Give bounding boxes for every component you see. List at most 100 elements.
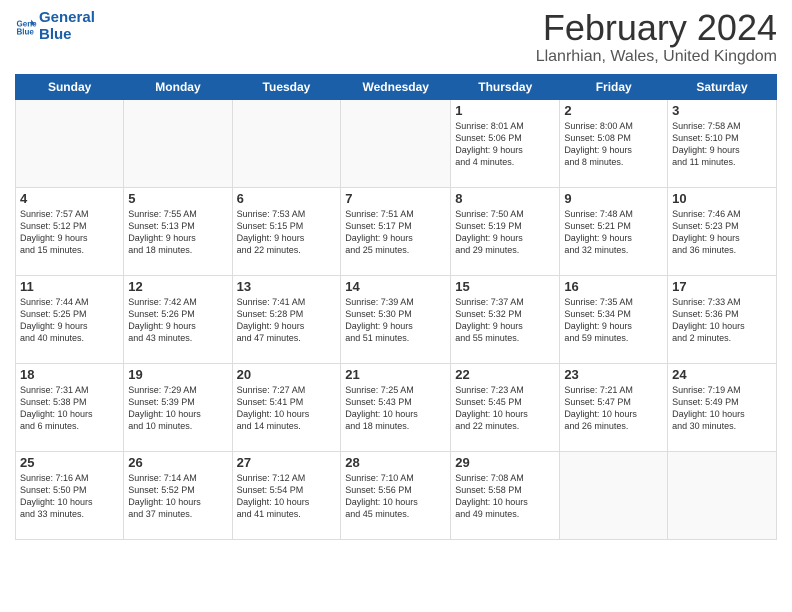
day-info: Sunrise: 7:08 AM Sunset: 5:58 PM Dayligh…: [455, 472, 555, 521]
day-number: 5: [128, 191, 227, 206]
day-info: Sunrise: 7:51 AM Sunset: 5:17 PM Dayligh…: [345, 208, 446, 257]
day-number: 7: [345, 191, 446, 206]
calendar-cell: 22Sunrise: 7:23 AM Sunset: 5:45 PM Dayli…: [451, 364, 560, 452]
day-info: Sunrise: 7:39 AM Sunset: 5:30 PM Dayligh…: [345, 296, 446, 345]
location: Llanrhian, Wales, United Kingdom: [536, 48, 777, 66]
calendar-cell: 27Sunrise: 7:12 AM Sunset: 5:54 PM Dayli…: [232, 452, 341, 540]
day-number: 20: [237, 367, 337, 382]
day-info: Sunrise: 7:35 AM Sunset: 5:34 PM Dayligh…: [564, 296, 663, 345]
calendar-cell: 10Sunrise: 7:46 AM Sunset: 5:23 PM Dayli…: [668, 188, 777, 276]
svg-text:Blue: Blue: [16, 27, 34, 36]
calendar-cell: [124, 100, 232, 188]
day-number: 29: [455, 455, 555, 470]
day-info: Sunrise: 7:19 AM Sunset: 5:49 PM Dayligh…: [672, 384, 772, 433]
day-number: 28: [345, 455, 446, 470]
weekday-header-tuesday: Tuesday: [232, 75, 341, 100]
week-row-2: 11 Sunrise: 7:44 AM Sunset: 5:25 PM Dayli…: [16, 276, 777, 364]
day-number: 12: [128, 279, 227, 294]
calendar-cell: [560, 452, 668, 540]
calendar-cell: 23 Sunrise: 7:21 AM Sunset: 5:47 PM Dayli…: [560, 364, 668, 452]
calendar-cell: 6 Sunrise: 7:53 AM Sunset: 5:15 PM Daylig…: [232, 188, 341, 276]
day-info: Sunrise: 7:48 AM Sunset: 5:21 PM Dayligh…: [564, 208, 663, 257]
day-info: Sunrise: 7:53 AM Sunset: 5:15 PM Dayligh…: [237, 208, 337, 257]
page: General Blue General Blue February 2024 …: [0, 0, 792, 612]
day-number: 9: [564, 191, 663, 206]
logo-blue: Blue: [39, 27, 95, 44]
calendar-cell: 2 Sunrise: 8:00 AM Sunset: 5:08 PM Daylig…: [560, 100, 668, 188]
calendar-cell: 11 Sunrise: 7:44 AM Sunset: 5:25 PM Dayli…: [16, 276, 124, 364]
day-info: Sunrise: 7:50 AM Sunset: 5:19 PM Dayligh…: [455, 208, 555, 257]
calendar-cell: 18 Sunrise: 7:31 AM Sunset: 5:38 PM Dayli…: [16, 364, 124, 452]
logo-general: General: [39, 10, 95, 27]
week-row-0: 1 Sunrise: 8:01 AM Sunset: 5:06 PM Daylig…: [16, 100, 777, 188]
day-info: Sunrise: 8:00 AM Sunset: 5:08 PM Dayligh…: [564, 120, 663, 169]
day-number: 21: [345, 367, 446, 382]
calendar-cell: 26Sunrise: 7:14 AM Sunset: 5:52 PM Dayli…: [124, 452, 232, 540]
day-info: Sunrise: 7:44 AM Sunset: 5:25 PM Dayligh…: [20, 296, 119, 345]
weekday-header-sunday: Sunday: [16, 75, 124, 100]
day-number: 8: [455, 191, 555, 206]
day-info: Sunrise: 8:01 AM Sunset: 5:06 PM Dayligh…: [455, 120, 555, 169]
day-number: 10: [672, 191, 772, 206]
weekday-header-wednesday: Wednesday: [341, 75, 451, 100]
day-info: Sunrise: 7:37 AM Sunset: 5:32 PM Dayligh…: [455, 296, 555, 345]
day-number: 11: [20, 279, 119, 294]
day-number: 22: [455, 367, 555, 382]
day-info: Sunrise: 7:10 AM Sunset: 5:56 PM Dayligh…: [345, 472, 446, 521]
week-row-4: 25 Sunrise: 7:16 AM Sunset: 5:50 PM Dayli…: [16, 452, 777, 540]
calendar-cell: 8 Sunrise: 7:50 AM Sunset: 5:19 PM Daylig…: [451, 188, 560, 276]
day-info: Sunrise: 7:42 AM Sunset: 5:26 PM Dayligh…: [128, 296, 227, 345]
day-number: 2: [564, 103, 663, 118]
day-info: Sunrise: 7:55 AM Sunset: 5:13 PM Dayligh…: [128, 208, 227, 257]
day-number: 18: [20, 367, 119, 382]
weekday-header-row: SundayMondayTuesdayWednesdayThursdayFrid…: [16, 75, 777, 100]
calendar-cell: 21 Sunrise: 7:25 AM Sunset: 5:43 PM Dayli…: [341, 364, 451, 452]
calendar-cell: 9 Sunrise: 7:48 AM Sunset: 5:21 PM Daylig…: [560, 188, 668, 276]
logo: General Blue General Blue: [15, 10, 95, 43]
calendar-cell: 1 Sunrise: 8:01 AM Sunset: 5:06 PM Daylig…: [451, 100, 560, 188]
title-section: February 2024 Llanrhian, Wales, United K…: [536, 10, 777, 66]
calendar-cell: 12 Sunrise: 7:42 AM Sunset: 5:26 PM Dayli…: [124, 276, 232, 364]
day-info: Sunrise: 7:41 AM Sunset: 5:28 PM Dayligh…: [237, 296, 337, 345]
day-info: Sunrise: 7:16 AM Sunset: 5:50 PM Dayligh…: [20, 472, 119, 521]
weekday-header-saturday: Saturday: [668, 75, 777, 100]
calendar-cell: [668, 452, 777, 540]
weekday-header-friday: Friday: [560, 75, 668, 100]
calendar-cell: 19 Sunrise: 7:29 AM Sunset: 5:39 PM Dayli…: [124, 364, 232, 452]
day-number: 3: [672, 103, 772, 118]
calendar-cell: 24 Sunrise: 7:19 AM Sunset: 5:49 PM Dayli…: [668, 364, 777, 452]
calendar-cell: 28 Sunrise: 7:10 AM Sunset: 5:56 PM Dayli…: [341, 452, 451, 540]
day-info: Sunrise: 7:21 AM Sunset: 5:47 PM Dayligh…: [564, 384, 663, 433]
calendar-cell: 5 Sunrise: 7:55 AM Sunset: 5:13 PM Daylig…: [124, 188, 232, 276]
day-number: 16: [564, 279, 663, 294]
day-number: 15: [455, 279, 555, 294]
header: General Blue General Blue February 2024 …: [15, 10, 777, 66]
day-number: 19: [128, 367, 227, 382]
calendar-cell: 25 Sunrise: 7:16 AM Sunset: 5:50 PM Dayli…: [16, 452, 124, 540]
day-number: 13: [237, 279, 337, 294]
calendar-cell: 4Sunrise: 7:57 AM Sunset: 5:12 PM Daylig…: [16, 188, 124, 276]
calendar-cell: [232, 100, 341, 188]
day-info: Sunrise: 7:27 AM Sunset: 5:41 PM Dayligh…: [237, 384, 337, 433]
day-info: Sunrise: 7:33 AM Sunset: 5:36 PM Dayligh…: [672, 296, 772, 345]
calendar-cell: 20 Sunrise: 7:27 AM Sunset: 5:41 PM Dayli…: [232, 364, 341, 452]
calendar-cell: 7 Sunrise: 7:51 AM Sunset: 5:17 PM Daylig…: [341, 188, 451, 276]
calendar-cell: [16, 100, 124, 188]
day-number: 23: [564, 367, 663, 382]
calendar-cell: 29 Sunrise: 7:08 AM Sunset: 5:58 PM Dayli…: [451, 452, 560, 540]
calendar-cell: 3 Sunrise: 7:58 AM Sunset: 5:10 PM Daylig…: [668, 100, 777, 188]
weekday-header-monday: Monday: [124, 75, 232, 100]
day-number: 6: [237, 191, 337, 206]
day-info: Sunrise: 7:58 AM Sunset: 5:10 PM Dayligh…: [672, 120, 772, 169]
day-number: 1: [455, 103, 555, 118]
day-info: Sunrise: 7:31 AM Sunset: 5:38 PM Dayligh…: [20, 384, 119, 433]
day-number: 4: [20, 191, 119, 206]
day-info: Sunrise: 7:25 AM Sunset: 5:43 PM Dayligh…: [345, 384, 446, 433]
weekday-header-thursday: Thursday: [451, 75, 560, 100]
day-number: 24: [672, 367, 772, 382]
day-number: 14: [345, 279, 446, 294]
day-number: 17: [672, 279, 772, 294]
calendar-cell: 14 Sunrise: 7:39 AM Sunset: 5:30 PM Dayli…: [341, 276, 451, 364]
day-info: Sunrise: 7:29 AM Sunset: 5:39 PM Dayligh…: [128, 384, 227, 433]
day-number: 25: [20, 455, 119, 470]
